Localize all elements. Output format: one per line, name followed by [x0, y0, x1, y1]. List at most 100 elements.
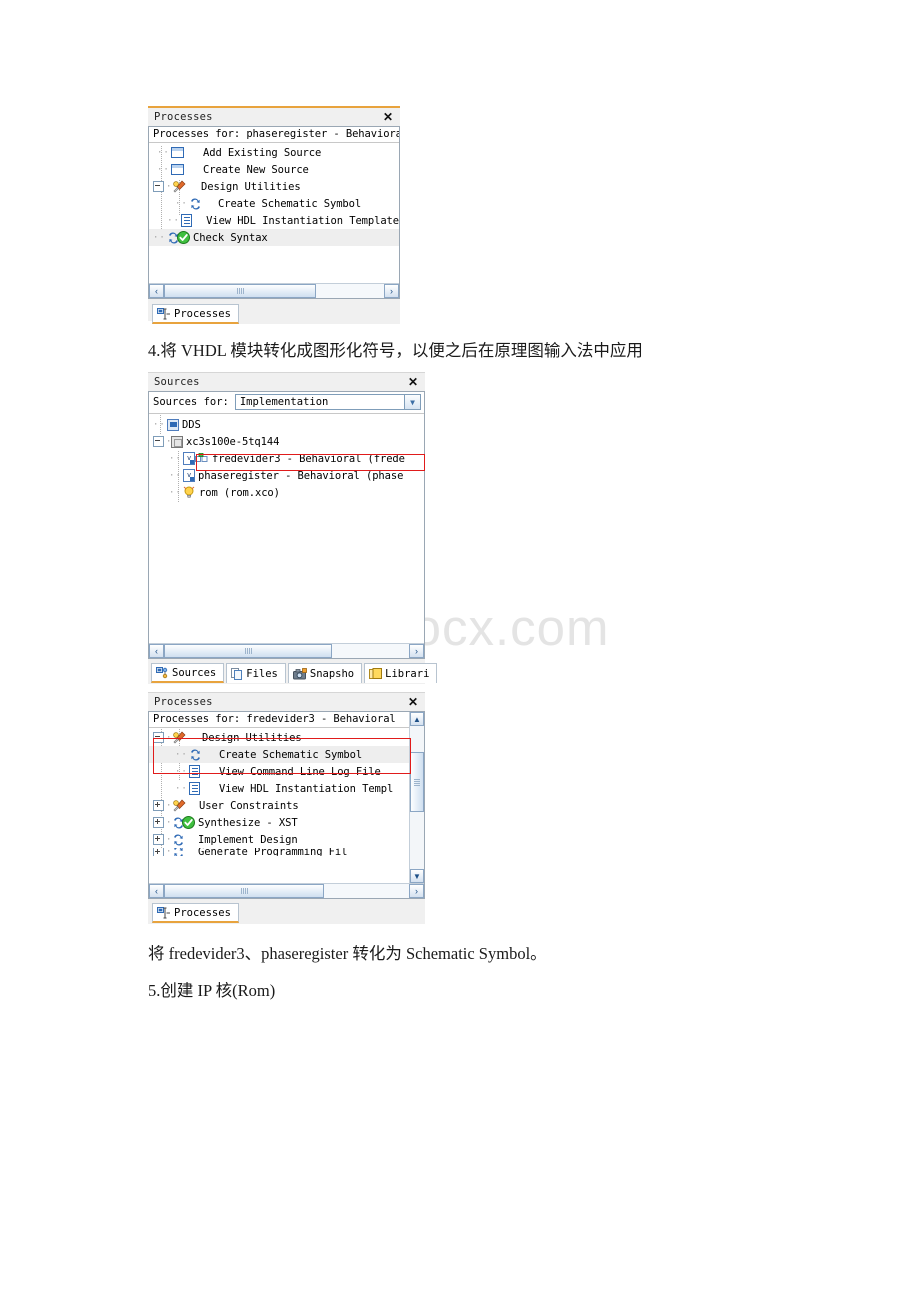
tab-snapshots[interactable]: Snapsho — [287, 663, 363, 683]
tree-connector: ··· — [157, 147, 171, 158]
tab-label: Files — [246, 667, 278, 680]
tab-processes[interactable]: Processes — [152, 304, 239, 324]
scroll-left-icon[interactable]: ‹ — [149, 884, 164, 898]
scroll-up-icon[interactable]: ▲ — [410, 712, 424, 726]
panel-title-label: Processes — [154, 111, 213, 123]
sources-for-select[interactable]: Implementation ▼ — [234, 394, 421, 410]
tool-icon — [172, 731, 186, 744]
horizontal-scrollbar[interactable]: ‹ › — [149, 883, 424, 898]
scroll-track[interactable] — [164, 644, 409, 658]
tree-item-fredevider3[interactable]: ··· v fredevider3 - Behavioral (frede — [149, 450, 424, 467]
document-icon — [189, 765, 200, 778]
panel-titlebar: Processes ✕ — [148, 692, 425, 711]
expander-plus-icon[interactable] — [153, 817, 164, 828]
expander-plus-icon[interactable] — [153, 834, 164, 845]
processes-icon — [157, 307, 171, 320]
tree-item-create-schematic-symbol[interactable]: ··· Create Schematic Symbol — [149, 195, 399, 212]
scroll-thumb[interactable] — [164, 284, 316, 298]
tree-item-user-constraints[interactable]: · User Constraints — [149, 797, 424, 814]
expander-minus-icon[interactable] — [153, 732, 164, 743]
tree-item-label: Generate Programming Fil — [198, 848, 348, 856]
green-check-icon — [182, 816, 195, 829]
tree-item-generate-programming-file[interactable]: · Generate Programming Fil — [149, 848, 424, 856]
tree-item-design-utilities[interactable]: · Design Utilities — [149, 729, 424, 746]
vertical-scrollbar[interactable]: ▲ ▼ — [409, 712, 424, 883]
tree-item-add-existing-source[interactable]: ··· Add Existing Source — [149, 144, 399, 161]
scroll-right-icon[interactable]: › — [409, 884, 424, 898]
tab-sources[interactable]: Sources — [151, 663, 225, 683]
horizontal-scrollbar[interactable]: ‹ › — [149, 283, 399, 298]
scroll-thumb[interactable] — [164, 644, 332, 658]
blue-rect-icon — [171, 147, 184, 158]
tree-item-label: rom (rom.xco) — [199, 486, 280, 499]
scroll-thumb[interactable] — [410, 752, 424, 812]
tree-item-check-syntax[interactable]: ··· Check Syntax — [149, 229, 399, 246]
ipcore-icon — [183, 486, 196, 499]
libraries-icon — [369, 667, 383, 680]
scroll-left-icon[interactable]: ‹ — [149, 644, 164, 658]
scroll-left-icon[interactable]: ‹ — [149, 284, 164, 298]
chip-icon — [171, 435, 183, 448]
tree-item-view-command-line-log-file[interactable]: ··· View Command Line Log File — [149, 763, 424, 780]
panel-title-label: Processes — [154, 696, 213, 708]
scroll-down-icon[interactable]: ▼ — [410, 869, 424, 883]
panel-tabstrip: Processes — [152, 900, 425, 923]
paragraph-step-5: 5.创建 IP 核(Rom) — [148, 981, 276, 1000]
tree-connector: ··· — [175, 766, 189, 777]
tree-item-label: Add Existing Source — [203, 146, 322, 159]
close-icon[interactable]: ✕ — [408, 696, 420, 708]
tree-item-label: Create Schematic Symbol — [219, 748, 363, 761]
close-icon[interactable]: ✕ — [408, 376, 420, 388]
sources-icon — [156, 666, 169, 679]
grip-icon — [240, 888, 248, 894]
expander-plus-icon[interactable] — [153, 800, 164, 811]
tree-item-view-hdl-instantiation-template[interactable]: ··· View HDL Instantiation Templ — [149, 780, 424, 797]
tree-item-create-new-source[interactable]: ··· Create New Source — [149, 161, 399, 178]
tree-item-label: Implement Design — [198, 833, 298, 846]
scroll-track[interactable] — [164, 284, 384, 298]
vhdl-module-icon: v — [183, 452, 195, 465]
files-icon — [231, 667, 243, 680]
tab-libraries[interactable]: Librari — [364, 663, 438, 683]
process-icon — [172, 834, 185, 846]
processes-panel-body: Processes for: phaseregister - Behaviora… — [148, 126, 400, 299]
scroll-right-icon[interactable]: › — [384, 284, 399, 298]
tree-connector: ··· — [175, 749, 189, 760]
tree-item-device[interactable]: · xc3s100e-5tq144 — [149, 433, 424, 450]
process-icon — [189, 198, 202, 210]
tree-item-label: Design Utilities — [202, 731, 302, 744]
expander-minus-icon[interactable] — [153, 181, 164, 192]
tree-item-rom[interactable]: ··· rom (rom.xco) — [149, 484, 424, 501]
processes-panel-fredevider3: Processes ✕ Processes for: fredevider3 -… — [148, 692, 425, 924]
process-icon — [189, 749, 202, 761]
tab-files[interactable]: Files — [226, 663, 286, 683]
sources-for-label: Sources for: — [153, 396, 229, 408]
tree-connector: ··· — [169, 470, 183, 481]
tree-connector: ··· — [157, 164, 171, 175]
chevron-down-icon[interactable]: ▼ — [404, 395, 420, 409]
tree-item-design-utilities[interactable]: · Design Utilities — [149, 178, 399, 195]
tree-item-label: View Command Line Log File — [219, 765, 381, 778]
scroll-thumb[interactable] — [164, 884, 324, 898]
tree-item-dds[interactable]: ··· DDS — [149, 416, 424, 433]
tool-icon — [172, 180, 186, 193]
tree-item-implement-design[interactable]: · Implement Design — [149, 831, 424, 848]
tree-item-synthesize-xst[interactable]: · Synthesize - XST — [149, 814, 424, 831]
panel-tabstrip: Processes — [152, 301, 400, 324]
expander-plus-icon[interactable] — [153, 848, 164, 856]
close-icon[interactable]: ✕ — [383, 111, 395, 123]
tree-item-create-schematic-symbol[interactable]: ··· Create Schematic Symbol — [149, 746, 424, 763]
tree-connector: ··· — [167, 215, 181, 226]
sources-for-value: Implementation — [239, 396, 329, 408]
tree-item-label: Design Utilities — [201, 180, 301, 193]
tab-label: Snapsho — [309, 667, 355, 680]
tab-processes[interactable]: Processes — [152, 903, 239, 923]
sources-panel-body: Sources for: Implementation ▼ ··· DDS · — [148, 391, 425, 659]
tree-connector: ··· — [153, 419, 167, 430]
horizontal-scrollbar[interactable]: ‹ › — [149, 643, 424, 658]
scroll-right-icon[interactable]: › — [409, 644, 424, 658]
scroll-track[interactable] — [164, 884, 409, 898]
tree-item-phaseregister[interactable]: ··· v phaseregister - Behavioral (phase — [149, 467, 424, 484]
expander-minus-icon[interactable] — [153, 436, 164, 447]
tree-item-view-hdl-instantiation-template[interactable]: ··· View HDL Instantiation Template — [149, 212, 399, 229]
